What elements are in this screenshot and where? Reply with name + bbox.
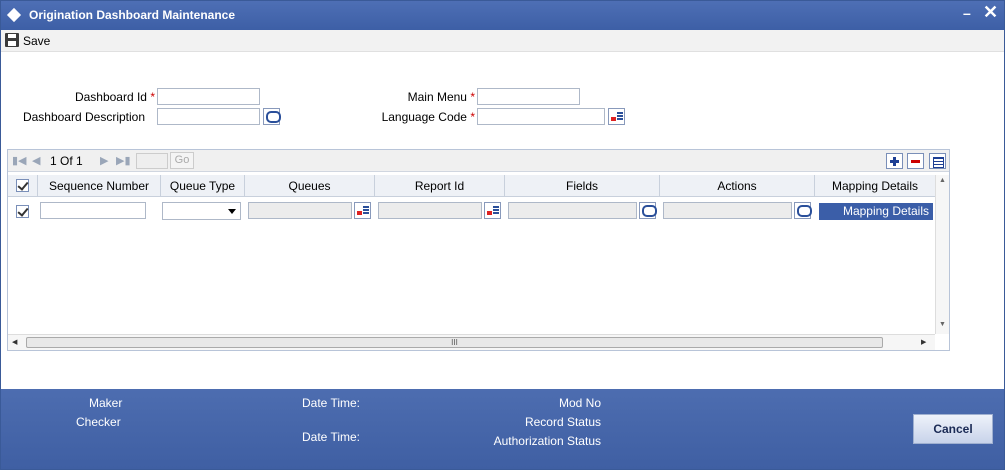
page-info: 1 Of 1 <box>50 154 83 168</box>
dashboard-description-input[interactable] <box>157 108 260 125</box>
actions-input[interactable] <box>663 202 792 219</box>
language-code-input[interactable] <box>477 108 605 125</box>
checker-label: Checker <box>76 415 121 429</box>
language-code-label-text: Language Code <box>381 110 467 124</box>
header-actions: Actions <box>660 175 815 197</box>
main-menu-label: Main Menu * <box>351 90 475 104</box>
horizontal-scroll-thumb[interactable]: III <box>26 337 883 348</box>
queue-grid: ▮◀ ◀ 1 Of 1 ▶ ▶▮ Go Sequence Number Queu… <box>7 149 950 351</box>
main-menu-input[interactable] <box>477 88 580 105</box>
main-menu-label-text: Main Menu <box>407 90 467 104</box>
header-sequence-number: Sequence Number <box>38 175 161 197</box>
header-select-all[interactable] <box>8 175 38 197</box>
required-mark: * <box>470 90 475 104</box>
header-queue-type: Queue Type <box>161 175 245 197</box>
vertical-scrollbar[interactable]: ▲ ▼ <box>935 175 949 334</box>
header-queues: Queues <box>245 175 375 197</box>
row-checkbox[interactable] <box>16 205 29 218</box>
page-number-input[interactable] <box>136 153 168 169</box>
window-title: Origination Dashboard Maintenance <box>29 8 236 22</box>
go-button[interactable]: Go <box>170 152 194 169</box>
checker-date-time-label: Date Time: <box>302 430 361 444</box>
dashboard-id-label: Dashboard Id * <box>41 90 155 104</box>
authorization-status-label: Authorization Status <box>493 434 601 448</box>
report-id-lov-icon[interactable] <box>484 202 501 219</box>
close-button[interactable]: ✕ <box>983 2 998 23</box>
maker-label: Maker <box>89 396 123 410</box>
dashboard-description-label: Dashboard Description <box>22 110 145 124</box>
single-view-icon[interactable] <box>929 153 946 169</box>
scroll-up-icon[interactable]: ▲ <box>939 177 946 184</box>
scroll-left-icon[interactable]: ◀ <box>12 338 17 346</box>
header-report-id: Report Id <box>375 175 505 197</box>
minimize-button[interactable]: – <box>963 5 971 21</box>
dashboard-id-input[interactable] <box>157 88 260 105</box>
scroll-down-icon[interactable]: ▼ <box>939 321 946 328</box>
cancel-button[interactable]: Cancel <box>913 414 993 444</box>
title-bar: Origination Dashboard Maintenance – ✕ <box>1 1 1004 30</box>
report-id-input[interactable] <box>378 202 482 219</box>
save-icon[interactable] <box>5 33 19 47</box>
header-fields: Fields <box>505 175 660 197</box>
dashboard-id-label-text: Dashboard Id <box>74 90 147 104</box>
toolbar: Save <box>1 30 1004 52</box>
first-page-icon[interactable]: ▮◀ <box>12 154 27 167</box>
sequence-number-input[interactable] <box>40 202 146 219</box>
language-code-label: Language Code * <box>341 110 475 124</box>
header-mapping-details: Mapping Details <box>815 175 935 197</box>
previous-page-icon[interactable]: ◀ <box>32 154 40 167</box>
maker-date-time-label: Date Time: <box>302 396 361 410</box>
mapping-details-link[interactable]: Mapping Details <box>819 203 933 220</box>
scroll-right-icon[interactable]: ▶ <box>921 338 926 346</box>
horizontal-scrollbar[interactable]: ◀ III ▶ <box>8 334 935 350</box>
last-page-icon[interactable]: ▶▮ <box>116 154 131 167</box>
required-mark: * <box>150 90 155 104</box>
select-all-checkbox[interactable] <box>16 179 29 192</box>
queues-lov-icon[interactable] <box>354 202 371 219</box>
grid-toolbar: ▮◀ ◀ 1 Of 1 ▶ ▶▮ Go <box>8 150 949 172</box>
required-mark: * <box>470 110 475 124</box>
window-icon <box>6 7 22 23</box>
add-row-icon[interactable] <box>886 153 903 169</box>
fields-edit-icon[interactable] <box>639 202 657 219</box>
next-page-icon[interactable]: ▶ <box>100 154 108 167</box>
window: Origination Dashboard Maintenance – ✕ Sa… <box>0 0 1005 470</box>
audit-footer: Maker Checker Date Time: Date Time: Mod … <box>1 389 1004 469</box>
queues-input[interactable] <box>248 202 352 219</box>
mod-no-label: Mod No <box>558 396 601 410</box>
description-edit-icon[interactable] <box>263 108 281 125</box>
save-button[interactable]: Save <box>23 34 50 48</box>
record-status-label: Record Status <box>524 415 601 429</box>
actions-edit-icon[interactable] <box>794 202 812 219</box>
delete-row-icon[interactable] <box>907 153 924 169</box>
queue-type-select[interactable] <box>162 202 241 220</box>
language-code-lov-icon[interactable] <box>608 108 625 125</box>
fields-input[interactable] <box>508 202 637 219</box>
